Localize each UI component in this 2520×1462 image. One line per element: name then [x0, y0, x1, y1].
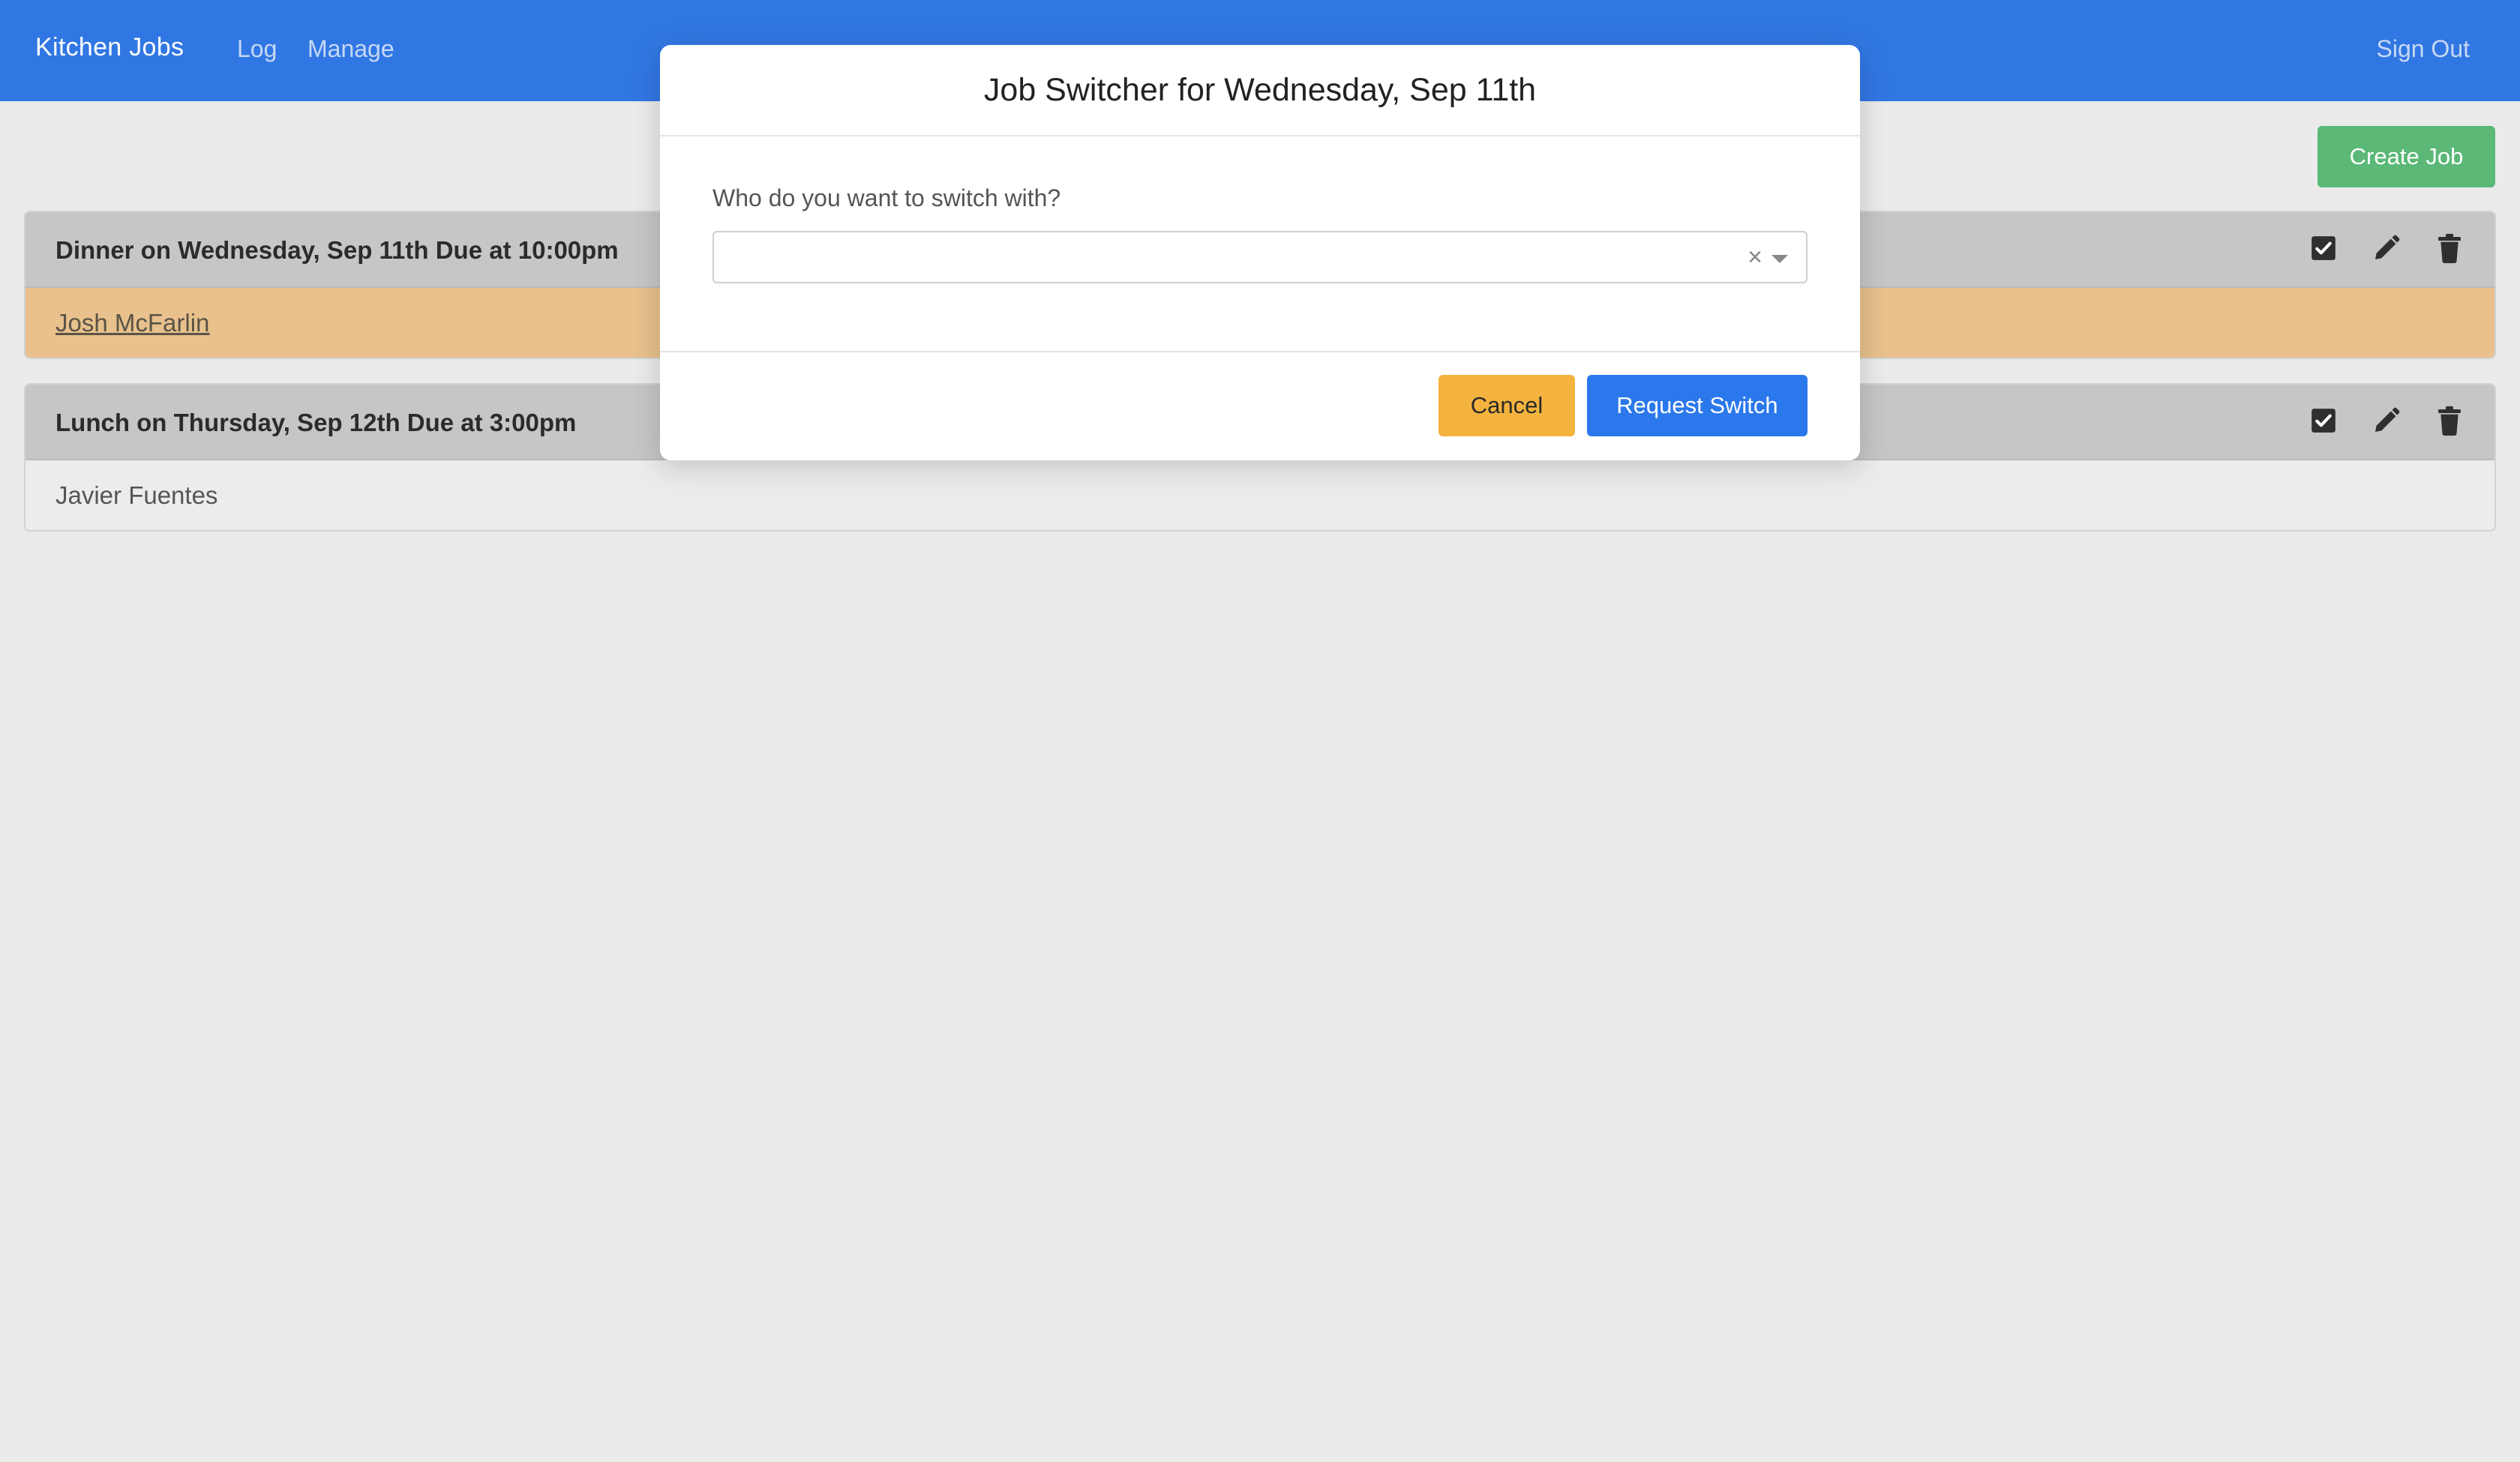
- job-title: Dinner on Wednesday, Sep 11th Due at 10:…: [56, 236, 619, 264]
- brand-link[interactable]: Kitchen Jobs: [35, 33, 184, 62]
- job-title: Lunch on Thursday, Sep 12th Due at 3:00p…: [56, 409, 577, 436]
- request-switch-button[interactable]: Request Switch: [1587, 375, 1808, 436]
- job-actions: [2308, 404, 2464, 437]
- trash-icon[interactable]: [2434, 404, 2464, 437]
- job-assignee-row: Javier Fuentes: [26, 460, 2494, 530]
- modal-body: Who do you want to switch with? ×: [660, 136, 1860, 352]
- pencil-icon[interactable]: [2372, 404, 2402, 437]
- trash-icon[interactable]: [2434, 232, 2464, 265]
- job-switcher-modal: Job Switcher for Wednesday, Sep 11th Who…: [660, 45, 1860, 460]
- switch-with-select[interactable]: ×: [712, 231, 1808, 283]
- assignee-link[interactable]: Josh McFarlin: [56, 309, 209, 337]
- cancel-button[interactable]: Cancel: [1438, 375, 1575, 436]
- modal-header: Job Switcher for Wednesday, Sep 11th: [660, 45, 1860, 136]
- sign-out-link[interactable]: Sign Out: [2376, 35, 2470, 63]
- pencil-icon[interactable]: [2372, 232, 2402, 265]
- modal-title: Job Switcher for Wednesday, Sep 11th: [983, 71, 1537, 108]
- job-actions: [2308, 232, 2464, 265]
- nav-link-manage[interactable]: Manage: [308, 35, 394, 63]
- nav-link-log[interactable]: Log: [237, 35, 277, 63]
- create-job-button[interactable]: Create Job: [2318, 126, 2495, 187]
- switch-with-label: Who do you want to switch with?: [712, 184, 1061, 211]
- assignee-name: Javier Fuentes: [56, 481, 218, 509]
- chevron-down-icon[interactable]: [1772, 255, 1788, 263]
- check-square-icon[interactable]: [2308, 404, 2338, 437]
- check-square-icon[interactable]: [2308, 232, 2338, 265]
- modal-footer: Cancel Request Switch: [660, 352, 1860, 460]
- clear-icon[interactable]: ×: [1748, 244, 1762, 270]
